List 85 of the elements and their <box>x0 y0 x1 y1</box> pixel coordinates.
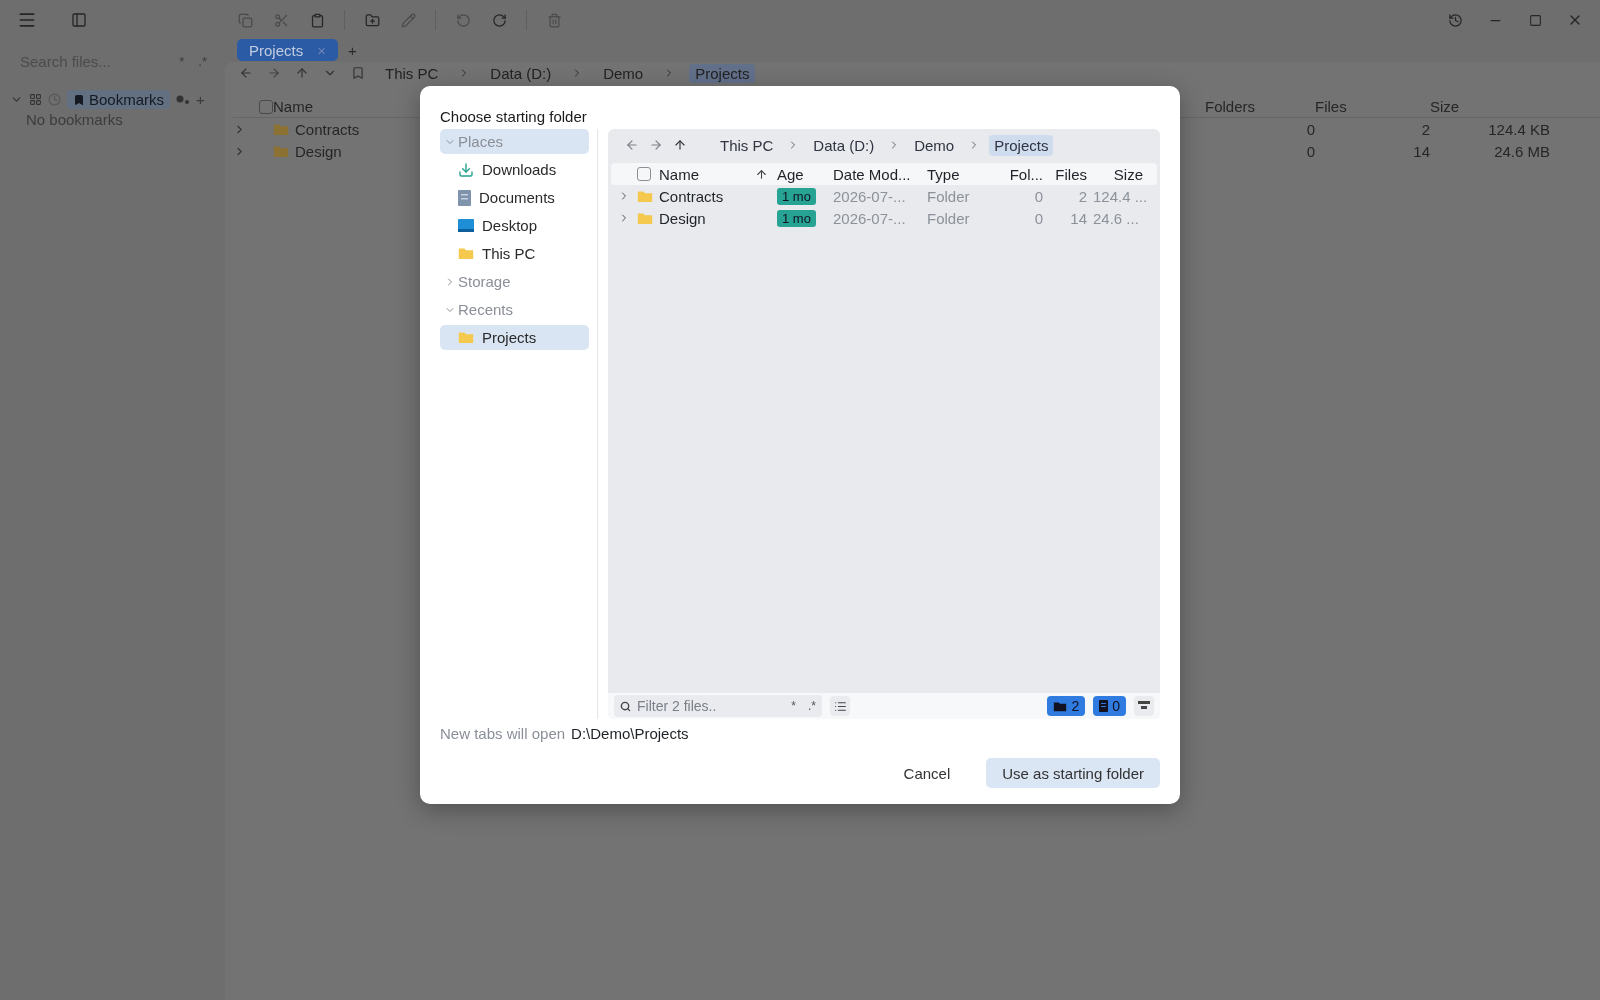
table-cell-text: Contracts <box>659 187 725 205</box>
column-header[interactable]: Files <box>1315 98 1430 115</box>
section-header[interactable]: Recents <box>440 297 589 322</box>
column-header[interactable]: Name <box>659 165 755 183</box>
filter-option[interactable]: .* <box>808 699 816 713</box>
place-item[interactable]: Desktop <box>440 213 589 238</box>
table-cell-text: 14 <box>1412 142 1430 160</box>
layout-icon <box>1138 701 1150 711</box>
column-header[interactable]: Date Mod... <box>833 165 927 183</box>
checkbox[interactable] <box>259 99 273 114</box>
filter-option[interactable]: * <box>791 699 796 713</box>
breadcrumb-item[interactable]: Demo <box>597 63 650 83</box>
breadcrumb-item[interactable]: Data (D:) <box>484 63 558 83</box>
checkbox[interactable] <box>637 167 651 181</box>
forward-icon[interactable] <box>267 66 281 80</box>
breadcrumb-item[interactable]: Demo <box>909 134 960 156</box>
table-cell-text: 2026-07-... <box>833 187 907 205</box>
tab[interactable]: Projects × <box>237 39 338 61</box>
breadcrumb-item[interactable]: This PC <box>715 134 779 156</box>
file-count-button[interactable]: 0 <box>1093 696 1126 716</box>
table-cell-text: 0 <box>1305 142 1315 160</box>
table-cell-text: 0 <box>1305 120 1315 138</box>
layout-button[interactable] <box>1134 696 1154 716</box>
bookmark-icon[interactable] <box>351 66 365 80</box>
place-item[interactable]: Documents <box>440 185 589 210</box>
breadcrumb-item[interactable]: This PC <box>379 63 445 83</box>
table-cell-text: 24.6 ... <box>1093 209 1140 227</box>
desktop-icon <box>458 219 474 232</box>
folder-count-button[interactable]: 2 <box>1047 696 1086 716</box>
download-icon <box>458 161 474 178</box>
dots-icon[interactable] <box>176 94 191 105</box>
forward-icon[interactable] <box>649 138 663 152</box>
table-cell-text: Design <box>659 209 707 227</box>
folder-icon <box>1053 700 1068 712</box>
column-header[interactable]: Folders <box>1205 98 1315 115</box>
folder-icon <box>637 211 653 225</box>
table-cell-text: 14 <box>1069 209 1088 227</box>
document-icon <box>458 189 471 206</box>
column-header[interactable]: Type <box>927 165 999 183</box>
grid-icon[interactable] <box>29 93 42 106</box>
table-cell-text: Folder <box>927 209 971 227</box>
bookmarks-tab[interactable]: Bookmarks <box>67 90 171 109</box>
back-icon[interactable] <box>239 66 253 80</box>
table-cell-text: Folder <box>927 187 971 205</box>
table-cell-text: 24.6 MB <box>1493 142 1550 160</box>
breadcrumb-item[interactable]: Data (D:) <box>808 134 880 156</box>
age-badge: 1 mo <box>777 209 816 227</box>
table-cell: Design <box>295 142 342 160</box>
table-cell-text: 124.4 KB <box>1487 120 1550 138</box>
file-icon <box>1099 700 1109 712</box>
folder-icon <box>458 331 474 344</box>
place-item[interactable]: This PC <box>440 241 589 266</box>
table-cell: Contracts <box>295 120 360 138</box>
confirm-button[interactable]: Use as starting folder <box>986 758 1160 788</box>
section-header[interactable]: Storage <box>440 269 589 294</box>
age-badge: 1 mo <box>777 187 816 205</box>
folder-icon <box>637 189 653 203</box>
column-header[interactable]: Age <box>777 165 833 183</box>
clock-icon[interactable] <box>48 93 61 106</box>
column-header[interactable]: Files <box>1049 165 1093 183</box>
table-cell-text: 0 <box>1033 187 1044 205</box>
search-icon <box>620 700 631 712</box>
place-item[interactable]: Projects <box>440 325 589 350</box>
folder-icon <box>273 122 289 136</box>
target-label: New tabs will open <box>440 725 566 742</box>
folder-icon <box>458 247 474 260</box>
list-icon <box>833 699 847 713</box>
target-path: D:\Demo\Projects <box>571 725 689 742</box>
table-cell-text: 2026-07-... <box>833 209 907 227</box>
list-view-button[interactable] <box>830 696 850 716</box>
bookmark-icon <box>73 93 85 106</box>
table-cell-text: 0 <box>1033 209 1044 227</box>
filter-field[interactable]: Filter 2 files.. * .* <box>614 695 822 717</box>
column-header[interactable]: Fol... <box>999 165 1049 183</box>
place-item[interactable]: Downloads <box>440 157 589 182</box>
column-header[interactable]: Size <box>1093 165 1149 183</box>
folder-icon <box>273 144 289 158</box>
back-icon[interactable] <box>625 138 639 152</box>
cancel-button[interactable]: Cancel <box>887 758 967 788</box>
dialog-title: Choose starting folder <box>440 108 588 125</box>
breadcrumb-item[interactable]: Projects <box>989 134 1054 156</box>
table-cell: 124.4 ... <box>1093 187 1149 205</box>
up-icon[interactable] <box>673 138 687 152</box>
table-cell-text: 2 <box>1077 187 1088 205</box>
table-cell-text: 2 <box>1420 120 1430 138</box>
